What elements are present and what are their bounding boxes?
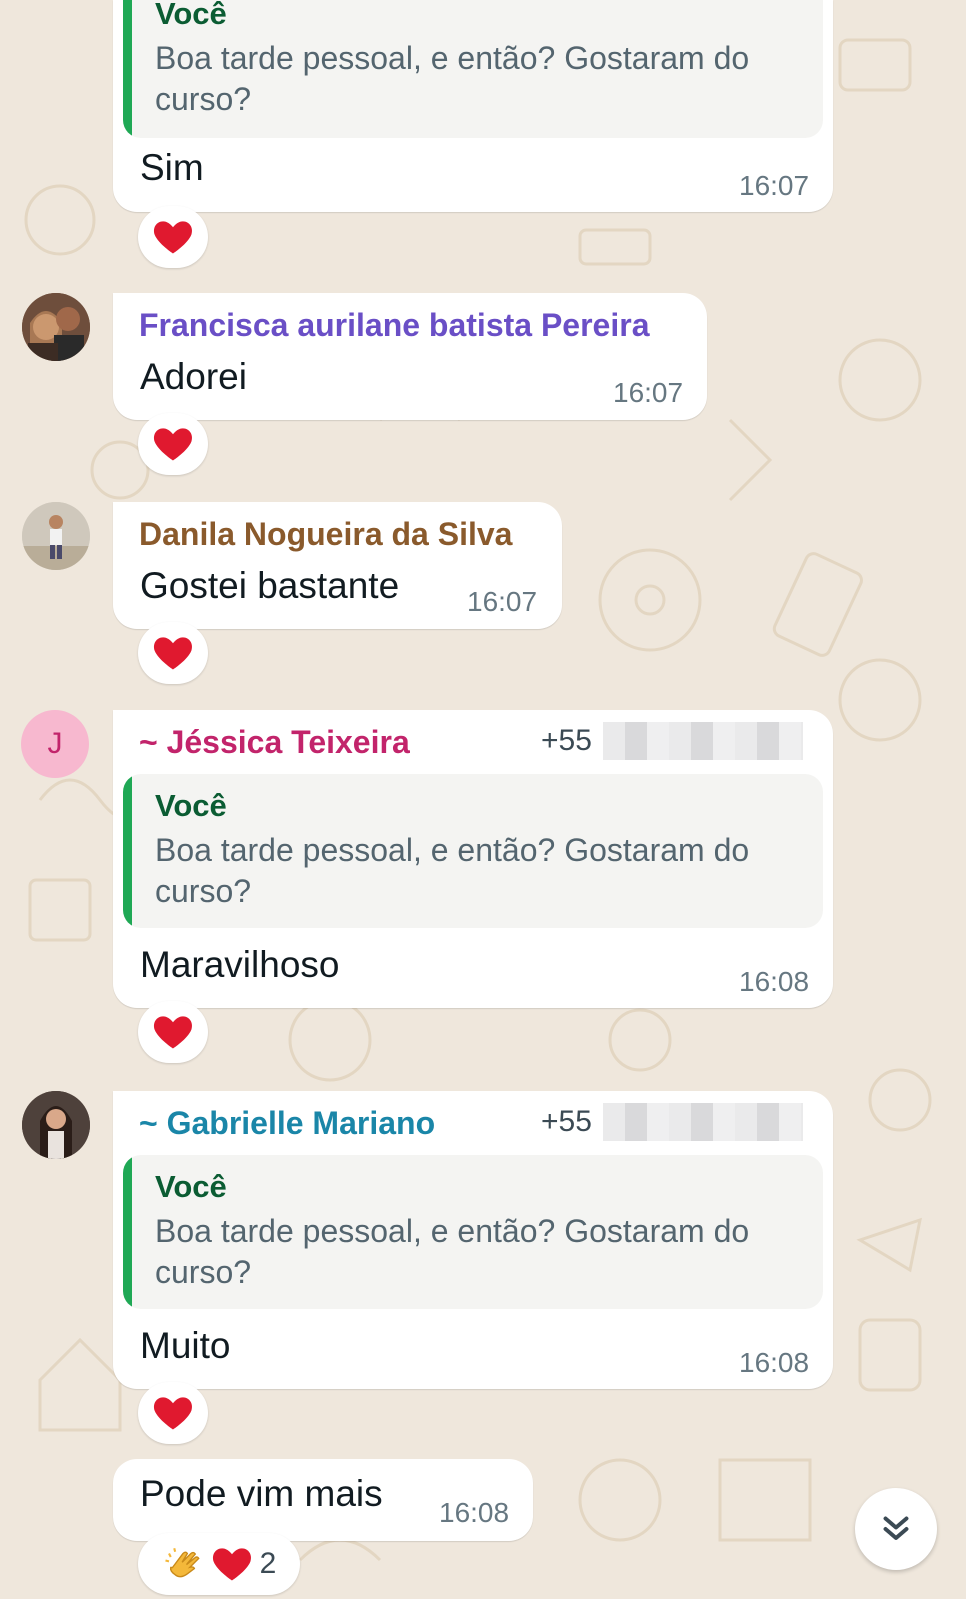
quoted-author: Você bbox=[155, 788, 227, 823]
quoted-message[interactable]: Você Boa tarde pessoal, e então? Gostara… bbox=[123, 774, 823, 928]
avatar-letter: J bbox=[47, 727, 63, 760]
avatar-photo bbox=[22, 502, 90, 570]
clapping-hands-icon bbox=[164, 1547, 200, 1578]
quoted-message[interactable]: Você Boa tarde pessoal, e então? Gostara… bbox=[123, 1155, 823, 1309]
message-bubble[interactable]: Pode vim mais 16:08 bbox=[113, 1459, 533, 1541]
quote-accent-bar bbox=[123, 1155, 132, 1309]
message-time: 16:07 bbox=[613, 377, 684, 408]
message-bubble[interactable]: Francisca aurilane batista Pereira Adore… bbox=[113, 293, 707, 420]
quoted-author: Você bbox=[155, 1169, 227, 1204]
redacted-phone-number bbox=[603, 1103, 803, 1141]
avatar[interactable] bbox=[22, 1091, 90, 1159]
message-time: 16:07 bbox=[467, 586, 538, 617]
reaction-badge[interactable] bbox=[138, 622, 208, 684]
message-time: 16:08 bbox=[739, 1347, 810, 1378]
heart-icon bbox=[153, 221, 193, 254]
heart-icon bbox=[212, 1548, 251, 1581]
message-text: Adorei bbox=[140, 356, 247, 397]
quoted-text: Boa tarde pessoal, e então? Gostaram do … bbox=[155, 832, 750, 909]
reaction-badge[interactable] bbox=[138, 413, 208, 475]
quote-accent-bar bbox=[123, 0, 132, 138]
heart-icon bbox=[153, 1397, 193, 1430]
quote-accent-bar bbox=[123, 774, 132, 928]
message-text: Maravilhoso bbox=[140, 944, 340, 985]
heart-icon bbox=[153, 428, 193, 461]
sender-name[interactable]: ~ Jéssica Teixeira bbox=[139, 724, 410, 761]
message-text: Muito bbox=[140, 1325, 231, 1366]
quoted-text: Boa tarde pessoal, e então? Gostaram do … bbox=[155, 1213, 750, 1290]
sender-name[interactable]: Danila Nogueira da Silva bbox=[139, 516, 512, 553]
sender-name[interactable]: ~ Gabrielle Mariano bbox=[139, 1105, 435, 1142]
message-bubble[interactable]: Danila Nogueira da Silva Gostei bastante… bbox=[113, 502, 562, 629]
reaction-badge[interactable] bbox=[138, 206, 208, 268]
message-text: Sim bbox=[140, 147, 204, 188]
avatar-photo bbox=[22, 293, 90, 361]
quoted-text: Boa tarde pessoal, e então? Gostaram do … bbox=[155, 40, 750, 117]
sender-name[interactable]: Francisca aurilane batista Pereira bbox=[139, 307, 649, 344]
scroll-to-bottom-button[interactable] bbox=[855, 1488, 937, 1570]
reaction-badge[interactable] bbox=[138, 1001, 208, 1063]
avatar[interactable] bbox=[22, 502, 90, 570]
reaction-badge[interactable] bbox=[138, 1382, 208, 1444]
message-time: 16:08 bbox=[739, 966, 810, 997]
sender-phone: +55 bbox=[541, 1105, 592, 1138]
reaction-count: 2 bbox=[259, 1547, 277, 1580]
heart-icon bbox=[153, 1016, 193, 1049]
reaction-badge[interactable]: 2 bbox=[138, 1533, 300, 1595]
double-chevron-down-icon bbox=[883, 1516, 909, 1540]
message-text: Gostei bastante bbox=[140, 565, 400, 606]
redacted-phone-number bbox=[603, 722, 803, 760]
message-time: 16:08 bbox=[439, 1497, 510, 1528]
message-bubble[interactable]: ~ Jéssica Teixeira +55 Você Boa tarde pe… bbox=[113, 710, 833, 1008]
sender-phone: +55 bbox=[541, 724, 592, 757]
heart-icon bbox=[153, 637, 193, 670]
quoted-author: Você bbox=[155, 0, 227, 31]
message-bubble[interactable]: ~ Gabrielle Mariano +55 Você Boa tarde p… bbox=[113, 1091, 833, 1389]
message-bubble[interactable]: Você Boa tarde pessoal, e então? Gostara… bbox=[113, 0, 833, 212]
message-text: Pode vim mais bbox=[140, 1473, 383, 1514]
quoted-message[interactable]: Você Boa tarde pessoal, e então? Gostara… bbox=[123, 0, 823, 138]
avatar[interactable] bbox=[22, 293, 90, 361]
avatar[interactable]: J bbox=[21, 710, 89, 778]
message-time: 16:07 bbox=[739, 170, 810, 201]
avatar-photo bbox=[22, 1091, 90, 1159]
